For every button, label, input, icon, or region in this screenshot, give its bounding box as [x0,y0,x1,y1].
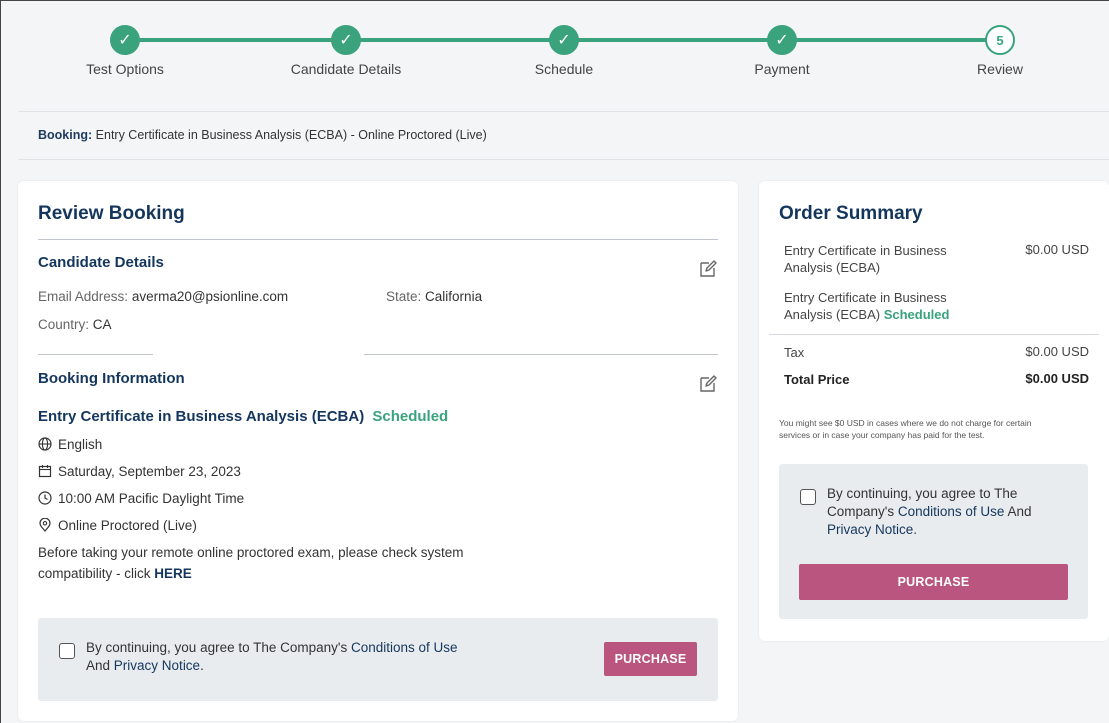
divider [18,111,1109,112]
exam-name: Entry Certificate in Business Analysis (… [38,408,365,425]
country-row: Country: CA [38,317,112,332]
step-label: Candidate Details [290,61,402,77]
booking-value: Entry Certificate in Business Analysis (… [95,128,487,142]
language-value: English [58,437,103,452]
order-summary-title: Order Summary [779,203,923,224]
item-2-name-line-2-row: Analysis (ECBA) Scheduled [784,306,949,323]
agree-and: And [86,658,111,673]
email-row: Email Address: averma20@psionline.com [38,289,288,304]
email-value: averma20@psionline.com [131,289,289,304]
order-purchase-button[interactable]: PURCHASE [799,564,1068,600]
step-candidate-details[interactable]: ✓ Candidate Details [266,25,426,77]
step-label: Test Options [86,61,164,77]
review-booking-card: Review Booking Candidate Details Email A… [18,181,738,721]
agree-end: . [200,658,204,673]
exam-name-row: Entry Certificate in Business Analysis (… [38,408,448,425]
calendar-icon [38,465,52,478]
divider [769,334,1099,335]
purchase-button[interactable]: PURCHASE [604,642,697,676]
step-payment[interactable]: ✓ Payment [702,25,862,77]
step-label: Payment [754,61,810,77]
state-label: State: [386,289,422,304]
divider [364,354,718,355]
tax-label: Tax [784,345,805,360]
order-conditions-of-use-link[interactable]: Conditions of Use [898,504,1005,519]
globe-icon [38,437,52,451]
item-2-name-line-1: Entry Certificate in Business [784,290,947,305]
order-summary-card: Order Summary Entry Certificate in Busin… [759,181,1109,641]
booking-information-heading: Booking Information [38,370,185,387]
progress-stepper: ✓ Test Options ✓ Candidate Details ✓ Sch… [0,0,1109,110]
order-privacy-notice-link[interactable]: Privacy Notice [827,522,913,537]
candidate-details-heading: Candidate Details [38,254,164,271]
location-pin-icon [39,518,51,532]
total-price-label: Total Price [784,372,850,387]
step-label: Schedule [534,61,594,77]
state-row: State: California [386,289,482,304]
order-agree-text: By continuing, you agree to The Company'… [827,485,1067,539]
time-value: 10:00 AM Pacific Daylight Time [58,491,245,506]
step-label: Review [977,61,1023,77]
order-item-2: Entry Certificate in Business Analysis (… [784,289,949,323]
clock-icon [38,491,52,505]
compat-line-2: compatibility - click HERE [38,566,192,581]
note-line-1: You might see $0 USD in cases where we d… [779,418,1032,428]
country-label: Country: [38,317,90,332]
order-item-1: Entry Certificate in Business Analysis (… [784,242,947,276]
booking-summary-line: Booking: Entry Certificate in Business A… [38,128,487,142]
item-2-name-line-2: Analysis (ECBA) [784,307,881,322]
step-number: 5 [985,25,1015,55]
check-icon: ✓ [110,25,140,55]
order-agree-end: . [913,522,918,537]
order-agree-panel: By continuing, you agree to The Company'… [779,464,1088,619]
divider [38,239,718,240]
divider [38,354,153,355]
divider [18,159,1109,160]
state-value: California [425,289,483,304]
privacy-notice-link[interactable]: Privacy Notice [114,658,200,673]
zero-price-note: You might see $0 USD in cases where we d… [779,417,1031,441]
delivery-value: Online Proctored (Live) [58,518,197,533]
time-row: 10:00 AM Pacific Daylight Time [38,491,244,506]
check-icon: ✓ [549,25,579,55]
tax-value: $0.00 USD [1025,344,1089,359]
check-icon: ✓ [331,25,361,55]
agree-text: By continuing, you agree to The Company'… [86,639,506,675]
total-price-value: $0.00 USD [1025,371,1089,386]
step-schedule[interactable]: ✓ Schedule [484,25,644,77]
agree-checkbox[interactable] [59,643,75,659]
order-agree-prefix: By continuing, you agree to The [827,486,1018,501]
booking-prefix: Booking: [38,128,93,142]
item-1-name-line-2: Analysis (ECBA) [784,260,881,275]
date-row: Saturday, September 23, 2023 [38,464,241,479]
review-booking-title: Review Booking [38,203,185,224]
language-row: English [38,437,102,452]
agree-panel: By continuing, you agree to The Company'… [38,618,718,701]
order-agree-checkbox[interactable] [800,489,816,505]
item-1-price: $0.00 USD [1025,242,1089,257]
edit-icon[interactable] [698,259,718,279]
country-value: CA [92,317,112,332]
order-agree-prefix-2: Company's [827,504,895,519]
note-line-2: services or in case your company has pai… [779,430,985,440]
compat-text: compatibility - click [38,566,151,581]
conditions-of-use-link[interactable]: Conditions of Use [351,640,458,655]
exam-status: Scheduled [372,408,449,425]
delivery-row: Online Proctored (Live) [38,518,197,533]
date-value: Saturday, September 23, 2023 [58,464,241,479]
compat-line-1: Before taking your remote online proctor… [38,545,464,560]
check-icon: ✓ [767,25,797,55]
agree-prefix: By continuing, you agree to The Company'… [86,640,348,655]
step-test-options[interactable]: ✓ Test Options [45,25,205,77]
order-agree-and: And [1007,504,1032,519]
email-label: Email Address: [38,289,129,304]
item-2-status: Scheduled [883,307,950,322]
compat-here-link[interactable]: HERE [154,566,192,581]
edit-icon[interactable] [698,374,718,394]
step-review: 5 Review [920,25,1080,77]
item-1-name-line-1: Entry Certificate in Business [784,243,947,258]
